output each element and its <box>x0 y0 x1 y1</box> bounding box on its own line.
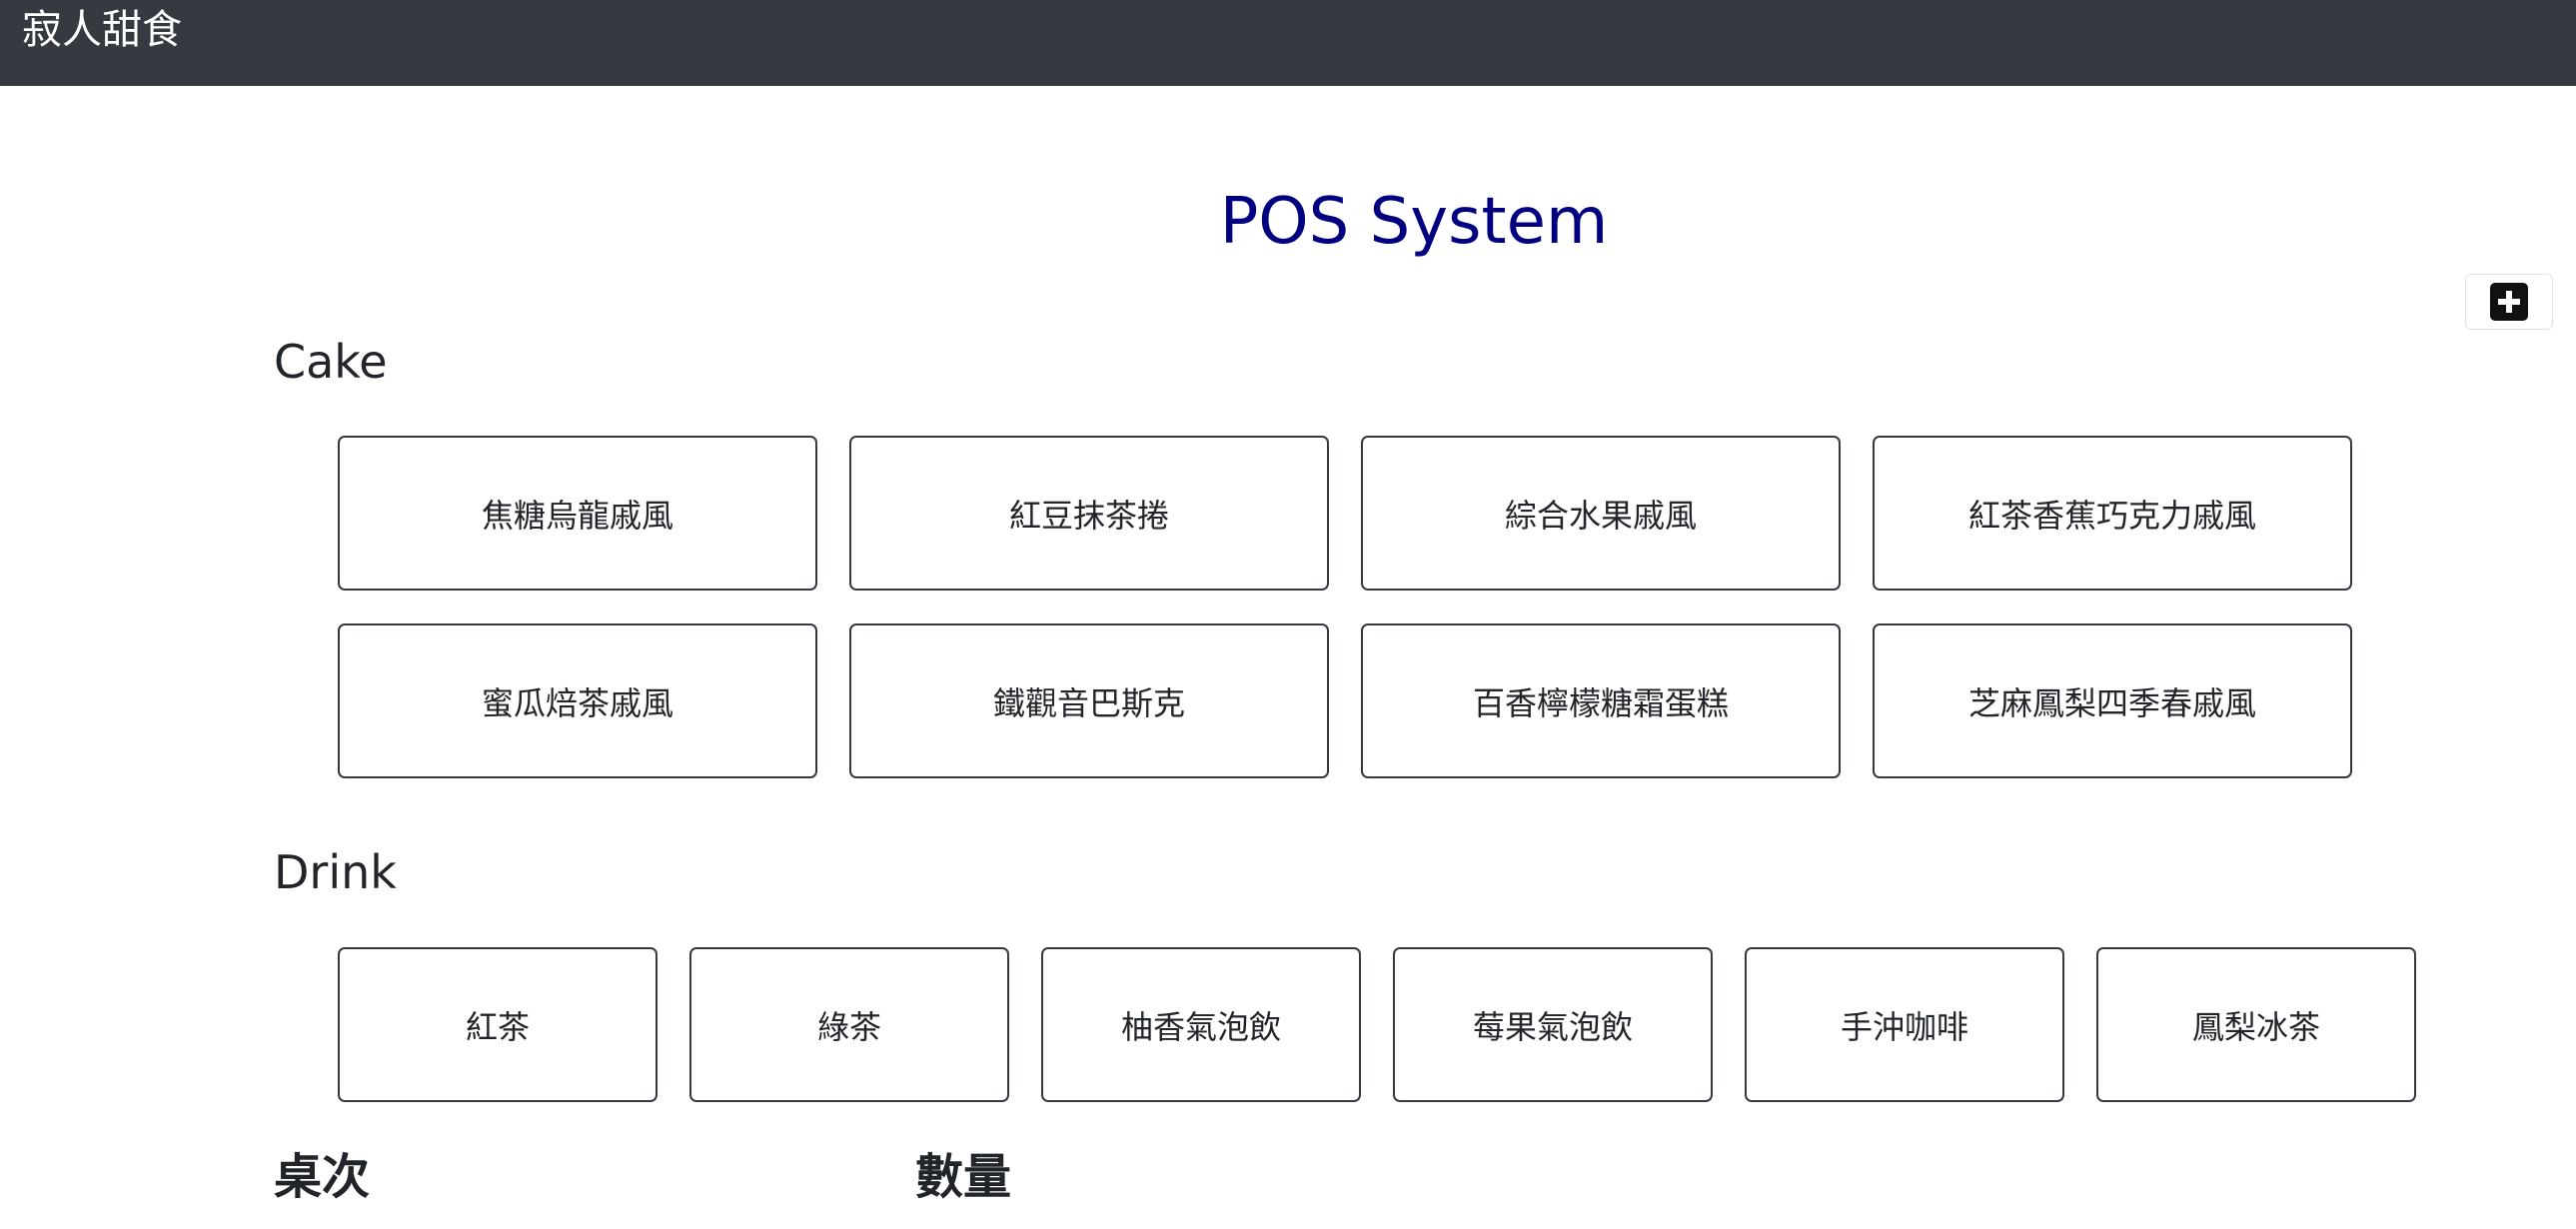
cake-item-button[interactable]: 焦糖烏龍戚風 <box>338 436 817 591</box>
add-item-button[interactable] <box>2465 274 2553 330</box>
drink-item-button[interactable]: 綠茶 <box>689 947 1009 1102</box>
drink-item-button[interactable]: 紅茶 <box>338 947 657 1102</box>
drink-item-button[interactable]: 柚香氣泡飲 <box>1041 947 1361 1102</box>
cake-item-button[interactable]: 綜合水果戚風 <box>1361 436 1841 591</box>
quantity-label: 數量 <box>915 1149 1012 1205</box>
drink-item-button[interactable]: 手沖咖啡 <box>1745 947 2064 1102</box>
cake-item-button[interactable]: 紅豆抹茶捲 <box>849 436 1329 591</box>
page-title: POS System <box>1219 185 1609 259</box>
cake-item-button[interactable]: 芝麻鳳梨四季春戚風 <box>1873 623 2352 778</box>
cake-item-button[interactable]: 鐵觀音巴斯克 <box>849 623 1329 778</box>
cake-section-heading: Cake <box>274 335 388 389</box>
cake-item-button[interactable]: 紅茶香蕉巧克力戚風 <box>1873 436 2352 591</box>
top-navbar: 寂人甜食 <box>0 0 2576 86</box>
cake-item-button[interactable]: 蜜瓜焙茶戚風 <box>338 623 817 778</box>
table-number-label: 桌次 <box>274 1149 371 1205</box>
drink-item-button[interactable]: 鳳梨冰茶 <box>2096 947 2416 1102</box>
drink-item-button[interactable]: 莓果氣泡飲 <box>1393 947 1713 1102</box>
plus-square-icon <box>2490 283 2528 321</box>
drink-section-heading: Drink <box>274 845 397 899</box>
brand-logo-text[interactable]: 寂人甜食 <box>22 0 182 60</box>
cake-item-button[interactable]: 百香檸檬糖霜蛋糕 <box>1361 623 1841 778</box>
